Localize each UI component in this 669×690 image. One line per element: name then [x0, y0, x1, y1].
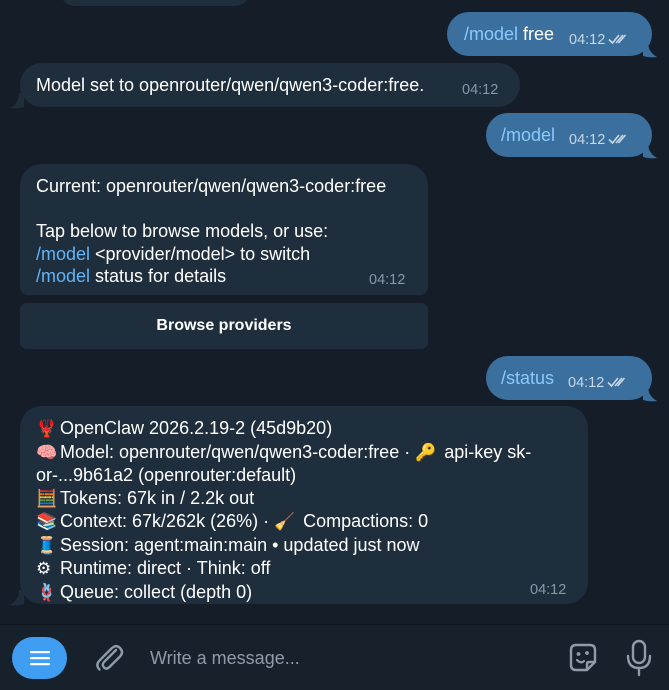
- knot-icon: 🪢: [36, 582, 58, 603]
- message-time: 04:12: [369, 272, 406, 288]
- message-time: 04:12: [569, 29, 630, 52]
- message-composer: [0, 624, 669, 690]
- microphone-icon[interactable]: [625, 639, 653, 677]
- message-incoming[interactable]: Model set to openrouter/qwen/qwen3-coder…: [10, 63, 520, 109]
- message-time: 04:12: [569, 129, 630, 152]
- books-icon: 📚: [36, 512, 58, 532]
- message-line: Tap below to browse models, or use:: [36, 221, 329, 241]
- message-line: status for details: [90, 266, 227, 286]
- message-line: Tokens: 67k in / 2.2k out: [60, 487, 255, 508]
- message-line: Context: 67k/262k (26%) ·: [60, 511, 275, 531]
- browse-providers-button[interactable]: Browse providers: [20, 303, 428, 349]
- message-outgoing[interactable]: /model 04:12: [486, 113, 657, 159]
- message-line: Session: agent:main:main • updated just …: [60, 534, 420, 555]
- command-link[interactable]: /model: [36, 244, 90, 264]
- gear-icon: ⚙: [36, 559, 52, 579]
- bubble-tail: [10, 93, 24, 109]
- paperclip-icon[interactable]: [92, 641, 126, 675]
- command-link[interactable]: /model: [501, 124, 555, 147]
- chat-history[interactable]: /model free 04:12 Model set to openroute…: [0, 0, 669, 624]
- command-link[interactable]: /status: [501, 367, 554, 390]
- bot-menu-button[interactable]: [12, 637, 67, 679]
- command-link[interactable]: /model: [36, 266, 90, 286]
- message-line: Runtime: direct · Think: off: [60, 558, 271, 578]
- double-check-icon: [607, 377, 626, 388]
- message-incoming[interactable]: 🦞 OpenClaw 2026.2.19-2 (45d9b20) 🧠 Model: …: [10, 406, 588, 606]
- key-icon: 🔑: [415, 442, 437, 463]
- double-check-icon: [608, 134, 627, 145]
- message-line: Model: openrouter/qwen/qwen3-coder:free …: [60, 441, 416, 462]
- message-text: free: [518, 24, 555, 44]
- command-link[interactable]: /model: [464, 24, 518, 44]
- brain-icon: 🧠: [36, 442, 58, 463]
- message-incoming-partial: [60, 0, 250, 6]
- message-time: 04:12: [568, 372, 629, 395]
- message-input[interactable]: [150, 643, 540, 673]
- menu-icon: [29, 651, 50, 666]
- sticker-icon[interactable]: [565, 640, 601, 676]
- thread-icon: 🧵: [36, 535, 58, 556]
- bubble-tail: [10, 590, 24, 606]
- message-outgoing[interactable]: /model free 04:12: [447, 12, 657, 58]
- message-line: Queue: collect (depth 0): [60, 581, 253, 602]
- message-outgoing[interactable]: /status 04:12: [486, 356, 657, 402]
- bubble-tail: [643, 386, 657, 402]
- message-line: Current: openrouter/qwen/qwen3-coder:fre…: [36, 176, 387, 196]
- message-line: api-key sk-: [439, 441, 532, 462]
- message-time: 04:12: [462, 82, 499, 98]
- message-time: 04:12: [530, 582, 567, 598]
- lobster-icon: 🦞: [36, 419, 58, 439]
- abacus-icon: 🧮: [36, 488, 58, 509]
- message-incoming[interactable]: Current: openrouter/qwen/qwen3-coder:fre…: [20, 164, 428, 295]
- message-line: Compactions: 0: [298, 511, 429, 531]
- message-line: or-...9b61a2 (openrouter:default): [36, 465, 297, 485]
- bubble-tail: [643, 42, 657, 58]
- message-line: <provider/model> to switch: [90, 243, 311, 264]
- message-line: OpenClaw 2026.2.19-2 (45d9b20): [60, 418, 333, 438]
- message-text: Model set to openrouter/qwen/qwen3-coder…: [36, 75, 425, 95]
- double-check-icon: [608, 34, 627, 45]
- broom-icon: 🧹: [274, 512, 296, 532]
- bubble-tail: [643, 143, 657, 159]
